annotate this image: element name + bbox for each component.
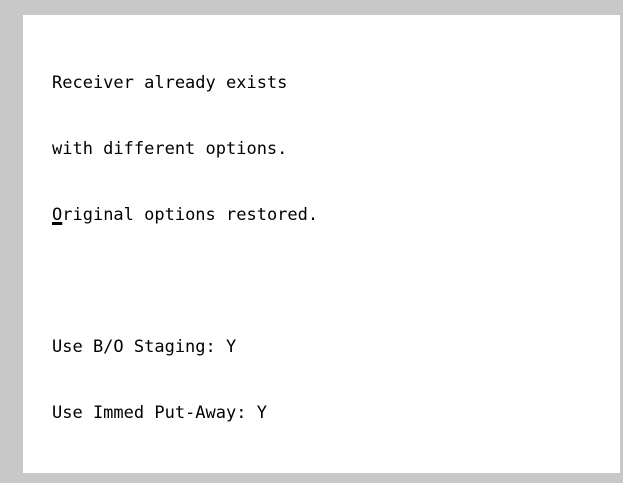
staging-label: Use B/O Staging:	[52, 337, 216, 357]
message-line-1: Receiver already exists	[52, 73, 288, 93]
putaway-value: Y	[256, 403, 267, 423]
staging-option: Use B/O Staging: Y	[52, 336, 318, 358]
terminal-content: Receiver already exists with different o…	[52, 28, 318, 468]
staging-value: Y	[226, 337, 237, 357]
message-line-2: with different options.	[52, 139, 288, 159]
message-line-3[interactable]: Original options restored.	[52, 204, 318, 226]
putaway-label: Use Immed Put-Away:	[52, 403, 247, 423]
message-line-3-text: riginal options restored.	[62, 205, 319, 225]
terminal-screen: Receiver already exists with different o…	[23, 15, 620, 473]
input-cursor[interactable]: O	[52, 205, 62, 225]
terminal-frame: Receiver already exists with different o…	[0, 0, 623, 483]
putaway-option: Use Immed Put-Away: Y	[52, 402, 318, 424]
